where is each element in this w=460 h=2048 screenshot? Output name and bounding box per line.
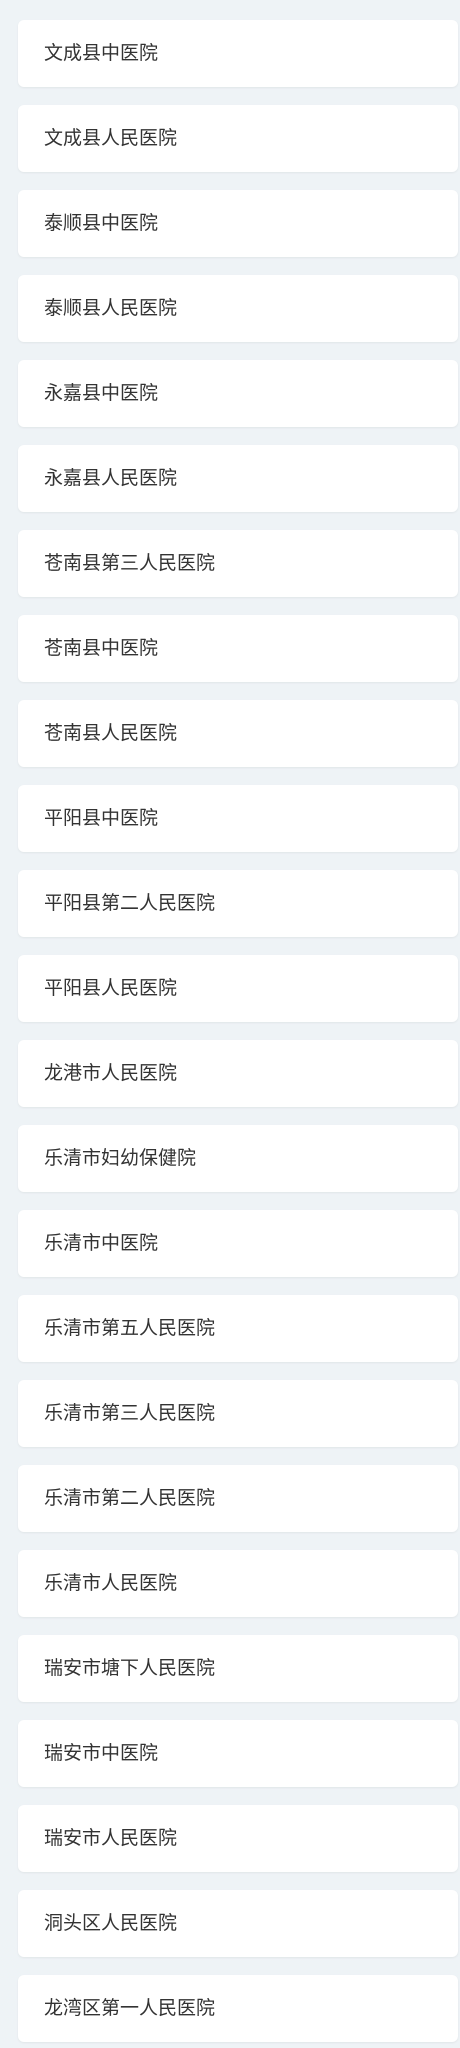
hospital-name: 泰顺县中医院 bbox=[44, 212, 159, 234]
hospital-name: 苍南县人民医院 bbox=[44, 722, 178, 744]
hospital-list-item[interactable]: 乐清市第五人民医院 bbox=[18, 1295, 458, 1362]
hospital-list-item[interactable]: 龙湾区第一人民医院 bbox=[18, 1975, 458, 2042]
hospital-list-item[interactable]: 苍南县中医院 bbox=[18, 615, 458, 682]
hospital-name: 平阳县第二人民医院 bbox=[44, 892, 216, 914]
hospital-list-item[interactable]: 瑞安市人民医院 bbox=[18, 1805, 458, 1872]
hospital-name: 洞头区人民医院 bbox=[44, 1912, 178, 1934]
hospital-name: 龙湾区第一人民医院 bbox=[44, 1997, 216, 2019]
hospital-list-item[interactable]: 龙港市人民医院 bbox=[18, 1040, 458, 1107]
hospital-name: 乐清市第三人民医院 bbox=[44, 1402, 216, 1424]
hospital-list-item[interactable]: 乐清市中医院 bbox=[18, 1210, 458, 1277]
hospital-name: 乐清市妇幼保健院 bbox=[44, 1147, 197, 1169]
hospital-list-item[interactable]: 乐清市人民医院 bbox=[18, 1550, 458, 1617]
hospital-list-item[interactable]: 洞头区人民医院 bbox=[18, 1890, 458, 1957]
hospital-list-item[interactable]: 文成县中医院 bbox=[18, 20, 458, 87]
hospital-list-item[interactable]: 乐清市第二人民医院 bbox=[18, 1465, 458, 1532]
hospital-list: 文成县中医院 文成县人民医院 泰顺县中医院 泰顺县人民医院 永嘉县中医院 永嘉县… bbox=[0, 0, 460, 2048]
hospital-name: 平阳县人民医院 bbox=[44, 977, 178, 999]
hospital-list-item[interactable]: 瑞安市塘下人民医院 bbox=[18, 1635, 458, 1702]
hospital-name: 平阳县中医院 bbox=[44, 807, 159, 829]
hospital-list-item[interactable]: 乐清市妇幼保健院 bbox=[18, 1125, 458, 1192]
hospital-name: 苍南县第三人民医院 bbox=[44, 552, 216, 574]
hospital-list-item[interactable]: 瑞安市中医院 bbox=[18, 1720, 458, 1787]
hospital-list-item[interactable]: 永嘉县人民医院 bbox=[18, 445, 458, 512]
hospital-name: 苍南县中医院 bbox=[44, 637, 159, 659]
hospital-name: 泰顺县人民医院 bbox=[44, 297, 178, 319]
hospital-list-item[interactable]: 苍南县人民医院 bbox=[18, 700, 458, 767]
hospital-name: 瑞安市人民医院 bbox=[44, 1827, 178, 1849]
hospital-name: 乐清市人民医院 bbox=[44, 1572, 178, 1594]
hospital-list-item[interactable]: 苍南县第三人民医院 bbox=[18, 530, 458, 597]
hospital-list-item[interactable]: 文成县人民医院 bbox=[18, 105, 458, 172]
hospital-name: 乐清市第五人民医院 bbox=[44, 1317, 216, 1339]
hospital-list-item[interactable]: 平阳县第二人民医院 bbox=[18, 870, 458, 937]
hospital-list-item[interactable]: 平阳县中医院 bbox=[18, 785, 458, 852]
hospital-name: 瑞安市塘下人民医院 bbox=[44, 1657, 216, 1679]
hospital-list-item[interactable]: 泰顺县中医院 bbox=[18, 190, 458, 257]
hospital-list-item[interactable]: 泰顺县人民医院 bbox=[18, 275, 458, 342]
hospital-name: 文成县中医院 bbox=[44, 42, 159, 64]
hospital-name: 永嘉县中医院 bbox=[44, 382, 159, 404]
hospital-name: 乐清市第二人民医院 bbox=[44, 1487, 216, 1509]
hospital-name: 乐清市中医院 bbox=[44, 1232, 159, 1254]
hospital-list-item[interactable]: 平阳县人民医院 bbox=[18, 955, 458, 1022]
hospital-name: 龙港市人民医院 bbox=[44, 1062, 178, 1084]
hospital-name: 瑞安市中医院 bbox=[44, 1742, 159, 1764]
hospital-name: 永嘉县人民医院 bbox=[44, 467, 178, 489]
hospital-list-item[interactable]: 乐清市第三人民医院 bbox=[18, 1380, 458, 1447]
hospital-name: 文成县人民医院 bbox=[44, 127, 178, 149]
hospital-list-item[interactable]: 永嘉县中医院 bbox=[18, 360, 458, 427]
